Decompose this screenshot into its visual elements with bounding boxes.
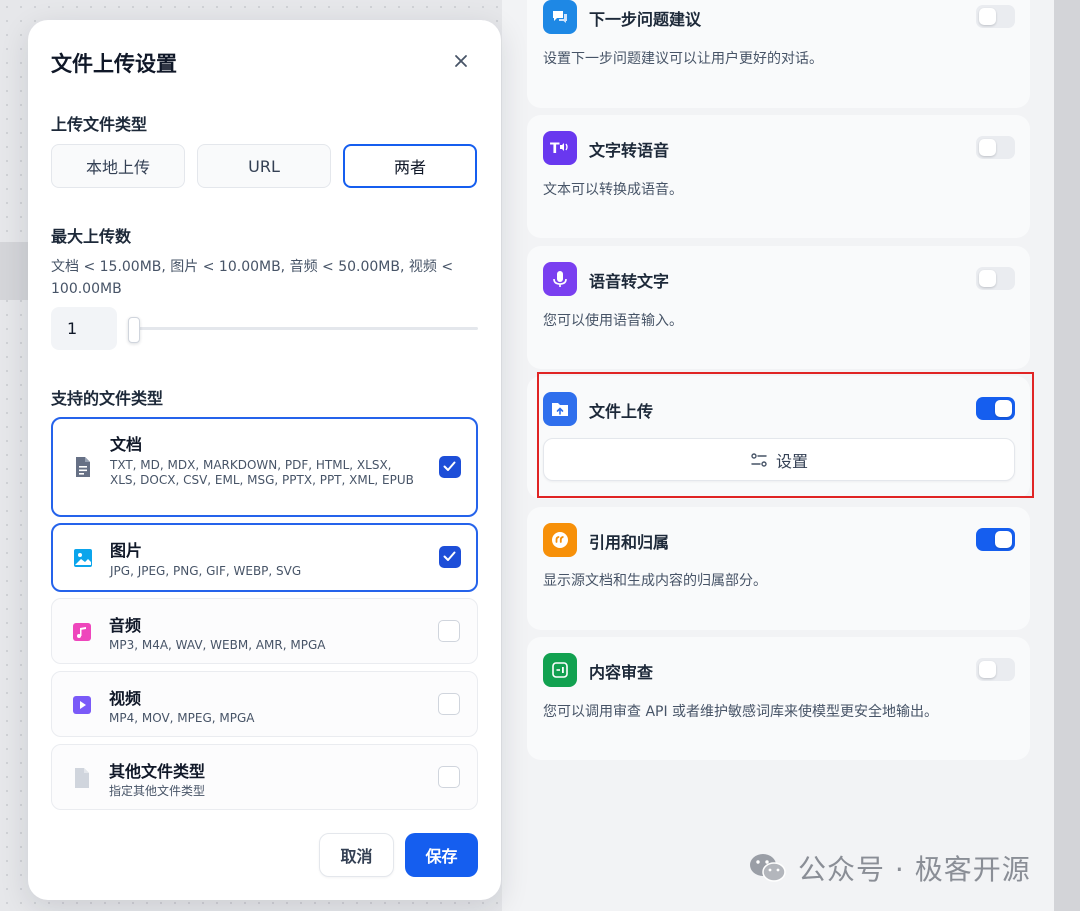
max-upload-slider-track[interactable]	[130, 327, 478, 330]
text-to-speech-icon: T	[543, 131, 577, 165]
feature-description: 显示源文档和生成内容的归属部分。	[543, 573, 767, 589]
toggle-knob	[979, 661, 996, 678]
max-upload-label: 最大上传数	[51, 227, 132, 246]
feature-title: 语音转文字	[589, 272, 670, 291]
close-icon	[455, 55, 467, 67]
file-type-audio[interactable]: 音频 MP3, M4A, WAV, WEBM, AMR, MPGA	[51, 598, 478, 664]
upload-type-label: 上传文件类型	[51, 115, 148, 134]
file-type-video[interactable]: 视频 MP4, MOV, MPEG, MPGA	[51, 671, 478, 737]
file-type-checkbox[interactable]	[439, 456, 461, 478]
right-edge	[1054, 0, 1080, 911]
feature-toggle-text-to-speech[interactable]	[976, 136, 1015, 159]
toggle-knob	[995, 531, 1012, 548]
upload-type-local-button[interactable]: 本地上传	[51, 144, 185, 188]
feature-description: 文本可以转换成语音。	[543, 182, 683, 198]
check-icon	[443, 461, 456, 471]
max-upload-slider-handle[interactable]	[128, 317, 140, 343]
file-type-checkbox[interactable]	[439, 546, 461, 568]
file-type-checkbox[interactable]	[438, 766, 460, 788]
feature-card-text-to-speech: T 文字转语音 文本可以转换成语音。	[527, 115, 1030, 238]
toggle-knob	[979, 8, 996, 25]
document-icon	[76, 457, 90, 477]
feature-description: 您可以使用语音输入。	[543, 313, 683, 329]
wechat-icon	[750, 854, 786, 882]
file-type-title: 音频	[109, 616, 142, 635]
feature-toggle-speech-to-text[interactable]	[976, 267, 1015, 290]
moderation-icon	[543, 653, 577, 687]
video-icon	[73, 696, 91, 714]
file-type-extensions: MP3, M4A, WAV, WEBM, AMR, MPGA	[109, 638, 326, 652]
feature-card-suggested-questions: 下一步问题建议 设置下一步问题建议可以让用户更好的对话。	[527, 0, 1030, 108]
feature-title: 文字转语音	[589, 141, 670, 160]
microphone-icon	[543, 262, 577, 296]
file-type-image[interactable]: 图片 JPG, JPEG, PNG, GIF, WEBP, SVG	[51, 523, 478, 592]
cancel-button[interactable]: 取消	[319, 833, 394, 877]
file-type-title: 其他文件类型	[109, 762, 206, 781]
feature-card-moderation: 内容审查 您可以调用审查 API 或者维护敏感词库来使模型更安全地输出。	[527, 637, 1030, 760]
feature-card-citations: 引用和归属 显示源文档和生成内容的归属部分。	[527, 507, 1030, 630]
audio-icon	[73, 623, 91, 641]
file-types-label: 支持的文件类型	[51, 389, 164, 408]
watermark: 公众号 · 极客开源	[748, 848, 1031, 888]
file-icon	[75, 768, 89, 788]
feature-toggle-citations[interactable]	[976, 528, 1015, 551]
feature-title: 下一步问题建议	[589, 10, 702, 29]
check-icon	[443, 551, 456, 561]
quote-icon	[543, 523, 577, 557]
toggle-knob	[979, 139, 996, 156]
toggle-knob	[979, 270, 996, 287]
background-strip	[0, 242, 30, 300]
file-type-extensions: 指定其他文件类型	[109, 784, 206, 798]
highlight-annotation	[537, 372, 1034, 498]
feature-card-speech-to-text: 语音转文字 您可以使用语音输入。	[527, 246, 1030, 369]
modal-title: 文件上传设置	[51, 52, 177, 76]
upload-size-limits: 文档 < 15.00MB, 图片 < 10.00MB, 音频 < 50.00MB…	[51, 259, 454, 297]
file-type-checkbox[interactable]	[438, 693, 460, 715]
file-type-other[interactable]: 其他文件类型 指定其他文件类型	[51, 744, 478, 810]
file-type-document[interactable]: 文档 TXT, MD, MDX, MARKDOWN, PDF, HTML, XL…	[51, 417, 478, 517]
file-type-extensions: JPG, JPEG, PNG, GIF, WEBP, SVG	[110, 564, 302, 578]
file-type-extensions: MP4, MOV, MPEG, MPGA	[109, 711, 255, 725]
file-upload-settings-modal: 文件上传设置 上传文件类型 本地上传 URL 两者 最大上传数 文档 < 15.…	[28, 20, 501, 900]
file-type-checkbox[interactable]	[438, 620, 460, 642]
svg-text:T: T	[550, 141, 560, 157]
file-type-title: 视频	[109, 689, 142, 708]
file-type-extensions: TXT, MD, MDX, MARKDOWN, PDF, HTML, XLSX,…	[110, 458, 414, 487]
watermark-text: 公众号 · 极客开源	[798, 853, 1031, 886]
feature-title: 引用和归属	[589, 533, 670, 552]
save-button[interactable]: 保存	[405, 833, 478, 877]
upload-type-url-button[interactable]: URL	[197, 144, 331, 188]
feature-toggle-suggested-questions[interactable]	[976, 5, 1015, 28]
image-icon	[74, 549, 92, 567]
max-upload-input[interactable]	[51, 307, 117, 350]
feature-description: 设置下一步问题建议可以让用户更好的对话。	[543, 51, 823, 67]
feature-title: 内容审查	[589, 663, 654, 682]
upload-type-both-button[interactable]: 两者	[343, 144, 477, 188]
file-type-title: 文档	[110, 435, 143, 454]
file-type-title: 图片	[110, 541, 143, 560]
feature-description: 您可以调用审查 API 或者维护敏感词库来使模型更安全地输出。	[543, 704, 939, 720]
feature-toggle-moderation[interactable]	[976, 658, 1015, 681]
close-button[interactable]	[448, 48, 474, 74]
chat-bubbles-icon	[543, 0, 577, 34]
